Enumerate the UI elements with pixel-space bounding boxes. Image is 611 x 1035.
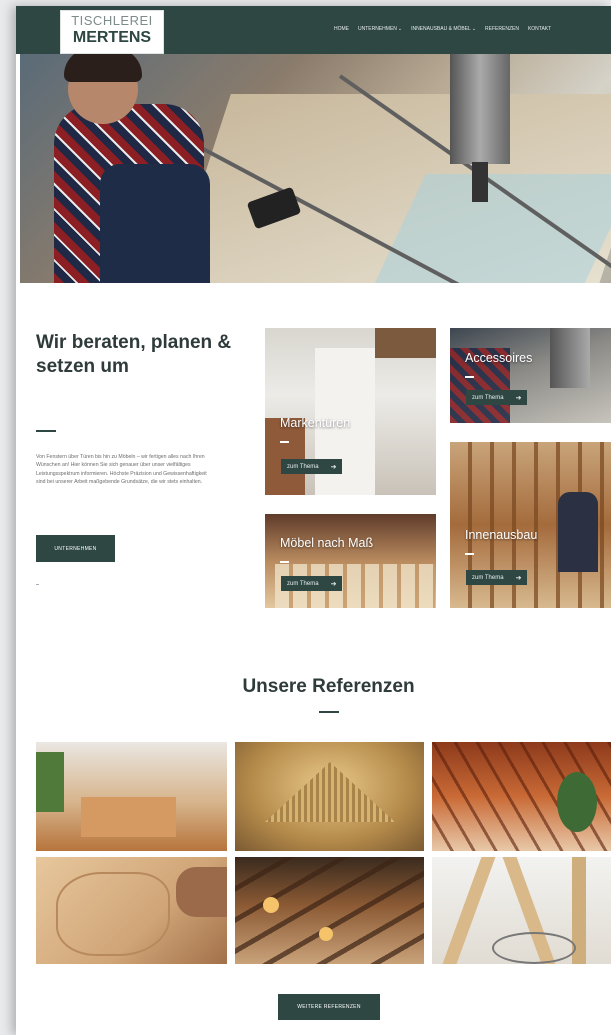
logo-line-top: TISCHLEREI <box>71 13 153 28</box>
arrow-right-icon: ➔ <box>515 394 522 402</box>
references-heading: Unsere Referenzen <box>242 676 415 697</box>
nav-innenausbau[interactable]: INNENAUSBAU & MÖBEL⌄ <box>411 26 476 32</box>
reference-image-2[interactable] <box>235 742 424 851</box>
reference-window <box>36 752 64 812</box>
reference-attic-roof <box>265 762 395 822</box>
unternehmen-button[interactable]: UNTERNEHMEN <box>36 535 115 562</box>
arrow-right-icon: ➔ <box>330 463 337 471</box>
tile-button[interactable]: zum Thema ➔ <box>466 570 528 585</box>
tile-innenausbau[interactable]: Innenausbau zum Thema ➔ <box>450 442 611 608</box>
hero-worker-apron <box>100 164 210 283</box>
intro-divider <box>36 430 56 432</box>
tile-button[interactable]: zum Thema ➔ <box>281 459 343 474</box>
logo-line-bottom: MERTENS <box>72 29 152 46</box>
nav-innenausbau-label: INNENAUSBAU & MÖBEL <box>411 26 471 32</box>
tile-caption: Innenausbau <box>465 528 538 542</box>
reference-lamp <box>319 927 333 941</box>
tile-moebel-nach-mass[interactable]: Möbel nach Maß zum Thema ➔ <box>265 514 436 608</box>
reference-timber <box>442 857 496 964</box>
reference-image-4[interactable] <box>36 857 227 964</box>
tile-button-label: zum Thema <box>472 394 504 401</box>
reference-image-5[interactable] <box>235 857 424 964</box>
tile-divider <box>465 553 474 555</box>
reference-image-3[interactable] <box>432 742 611 851</box>
hero-image <box>20 54 611 283</box>
tile-markentueren[interactable]: Markentüren zum Thema ➔ <box>265 328 436 495</box>
nav-home[interactable]: HOME <box>334 26 349 32</box>
tile-button[interactable]: zum Thema ➔ <box>466 390 528 405</box>
tile-divider <box>465 376 474 378</box>
tile-caption: Markentüren <box>280 416 351 430</box>
tile-worker-image <box>558 492 598 572</box>
tile-divider <box>280 441 289 443</box>
nav-referenzen[interactable]: REFERENZEN <box>485 26 519 32</box>
nav-unternehmen[interactable]: UNTERNEHMEN⌄ <box>358 26 402 32</box>
small-divider <box>36 584 39 585</box>
reference-carving <box>56 872 170 956</box>
tile-button-label: zum Thema <box>472 574 504 581</box>
chevron-down-icon: ⌄ <box>471 26 477 32</box>
arrow-right-icon: ➔ <box>515 574 522 582</box>
tile-button-label: zum Thema <box>287 463 319 470</box>
nav-unternehmen-label: UNTERNEHMEN <box>358 26 397 32</box>
hero-worker-hair <box>64 54 142 82</box>
tile-accessoires[interactable]: Accessoires zum Thema ➔ <box>450 328 611 423</box>
more-references-button[interactable]: WEITERE REFERENZEN <box>278 994 380 1020</box>
hero-cnc-machine <box>450 54 510 164</box>
reference-image-1[interactable] <box>36 742 227 851</box>
reference-lamp <box>263 897 279 913</box>
reference-hand <box>176 867 227 917</box>
reference-beams <box>235 857 424 964</box>
reference-island <box>81 797 176 837</box>
arrow-right-icon: ➔ <box>330 580 337 588</box>
reference-spiral <box>492 932 576 964</box>
tile-button-label: zum Thema <box>287 580 319 587</box>
main-nav: HOME UNTERNEHMEN⌄ INNENAUSBAU & MÖBEL⌄ R… <box>334 26 551 32</box>
tile-divider <box>280 561 289 563</box>
tile-machine-image <box>550 328 590 388</box>
nav-kontakt[interactable]: KONTAKT <box>528 26 551 32</box>
reference-image-6[interactable] <box>432 857 611 964</box>
tile-button[interactable]: zum Thema ➔ <box>281 576 343 591</box>
reference-plant <box>557 772 597 832</box>
intro-heading: Wir beraten, planen & setzen um <box>36 332 232 377</box>
webpage: TISCHLEREI MERTENS HOME UNTERNEHMEN⌄ INN… <box>16 6 611 1035</box>
site-logo[interactable]: TISCHLEREI MERTENS <box>60 10 164 54</box>
site-header: TISCHLEREI MERTENS HOME UNTERNEHMEN⌄ INN… <box>16 6 611 54</box>
tile-caption: Accessoires <box>465 351 533 365</box>
references-divider <box>319 711 339 713</box>
hero-cnc-bit <box>472 162 488 202</box>
chevron-down-icon: ⌄ <box>397 26 403 32</box>
intro-text: Von Fenstern über Türen bis hin zu Möbel… <box>36 454 207 486</box>
tile-caption: Möbel nach Maß <box>280 536 374 550</box>
tile-ceiling-image <box>375 328 436 358</box>
